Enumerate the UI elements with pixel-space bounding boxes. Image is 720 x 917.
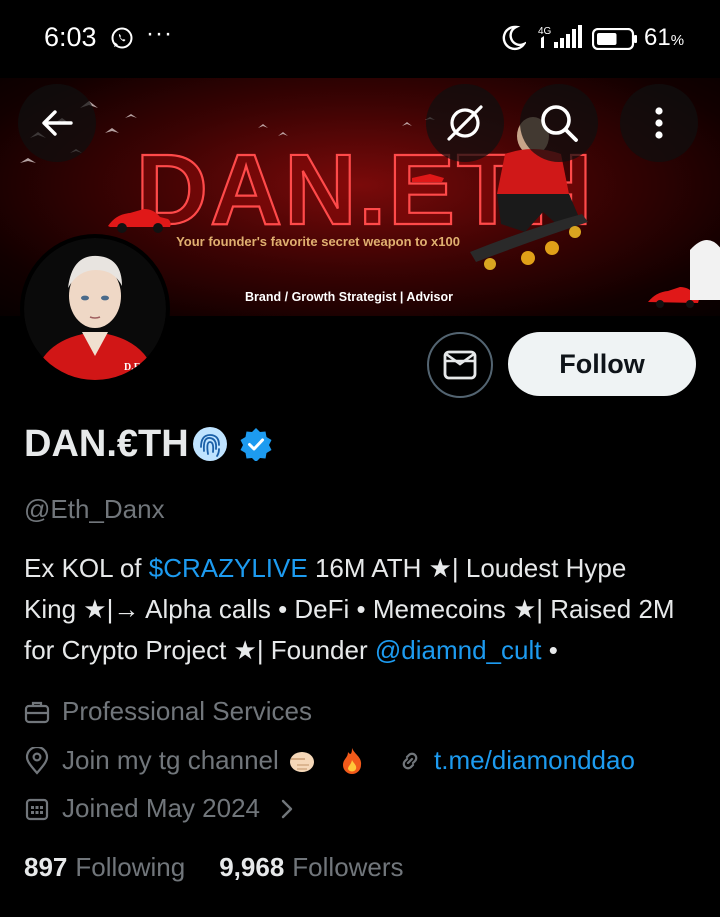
following-link[interactable]: 897 Following [24,852,185,883]
status-bar: 6:03 ··· 4G 61% [0,0,720,78]
calendar-icon [25,798,49,820]
bio: Ex KOL of $CRAZYLIVE 16M ATH ★| Loudest … [24,548,684,671]
battery-percent-value: 61 [644,24,671,51]
bio-text-3: • [541,635,558,665]
join-date[interactable]: Joined May 2024 [24,793,310,824]
pointing-hand-icon [289,751,314,772]
banner-tagline: Your founder's favorite secret weapon to… [176,234,460,249]
chevron-right-icon [281,799,293,818]
verified-badge-icon[interactable] [239,427,273,461]
professional-category: Professional Services [24,696,312,727]
follow-button[interactable]: Follow [508,332,696,396]
bio-mention-link[interactable]: @diamnd_cult [375,635,542,665]
briefcase-icon [24,701,50,723]
status-time: 6:03 [44,22,97,52]
sheikh-figure [690,240,720,300]
signal-icon: 4G [538,25,582,48]
fingerprint-icon [192,427,227,461]
search-icon [541,105,578,142]
join-date-label: Joined May 2024 [62,793,261,823]
search-button[interactable] [520,84,598,162]
bio-text-1: Ex KOL of [24,553,149,583]
followers-count: 9,968 [219,852,285,882]
followers-label: Followers [292,852,404,882]
professional-category-label: Professional Services [62,696,312,726]
link-icon [402,752,418,769]
location-pin-icon [25,746,49,775]
more-vertical-icon [655,107,663,139]
following-count: 897 [24,852,68,882]
banner-subtitle: Brand / Growth Strategist | Advisor [245,290,453,304]
whatsapp-icon [111,27,133,49]
back-arrow-icon [42,110,73,136]
website[interactable]: t.me/diamonddao [398,745,635,776]
battery-percent: 61% [644,24,684,52]
display-name-row: DAN.€TH [24,420,273,468]
do-not-disturb-moon-icon [502,25,526,51]
battery-icon [592,28,637,50]
following-label: Following [75,852,186,882]
fire-icon [342,747,361,774]
grok-button[interactable] [426,84,504,162]
status-overflow: ··· [146,20,173,47]
username-handle: @Eth_Danx [24,494,165,524]
website-link[interactable]: t.me/diamonddao [434,745,635,776]
location-label: Join my tg channel [62,745,279,775]
display-name: DAN.€TH [24,422,189,465]
avatar[interactable]: D.E [20,234,170,384]
envelope-icon [443,350,477,380]
battery-percent-unit: % [670,32,685,49]
follow-stats: 897 Following 9,968 Followers [24,852,438,883]
bio-cashtag-link[interactable]: $CRAZYLIVE [149,553,308,583]
more-options-button[interactable] [620,84,698,162]
avatar-image: D.E [24,238,166,380]
message-button[interactable] [427,332,493,398]
grok-icon [447,105,483,141]
location: Join my tg channel [24,745,379,776]
avatar-badge-text: D.E [124,362,141,373]
back-button[interactable] [18,84,96,162]
followers-link[interactable]: 9,968 Followers [219,852,403,883]
network-type-label: 4G [538,26,552,37]
